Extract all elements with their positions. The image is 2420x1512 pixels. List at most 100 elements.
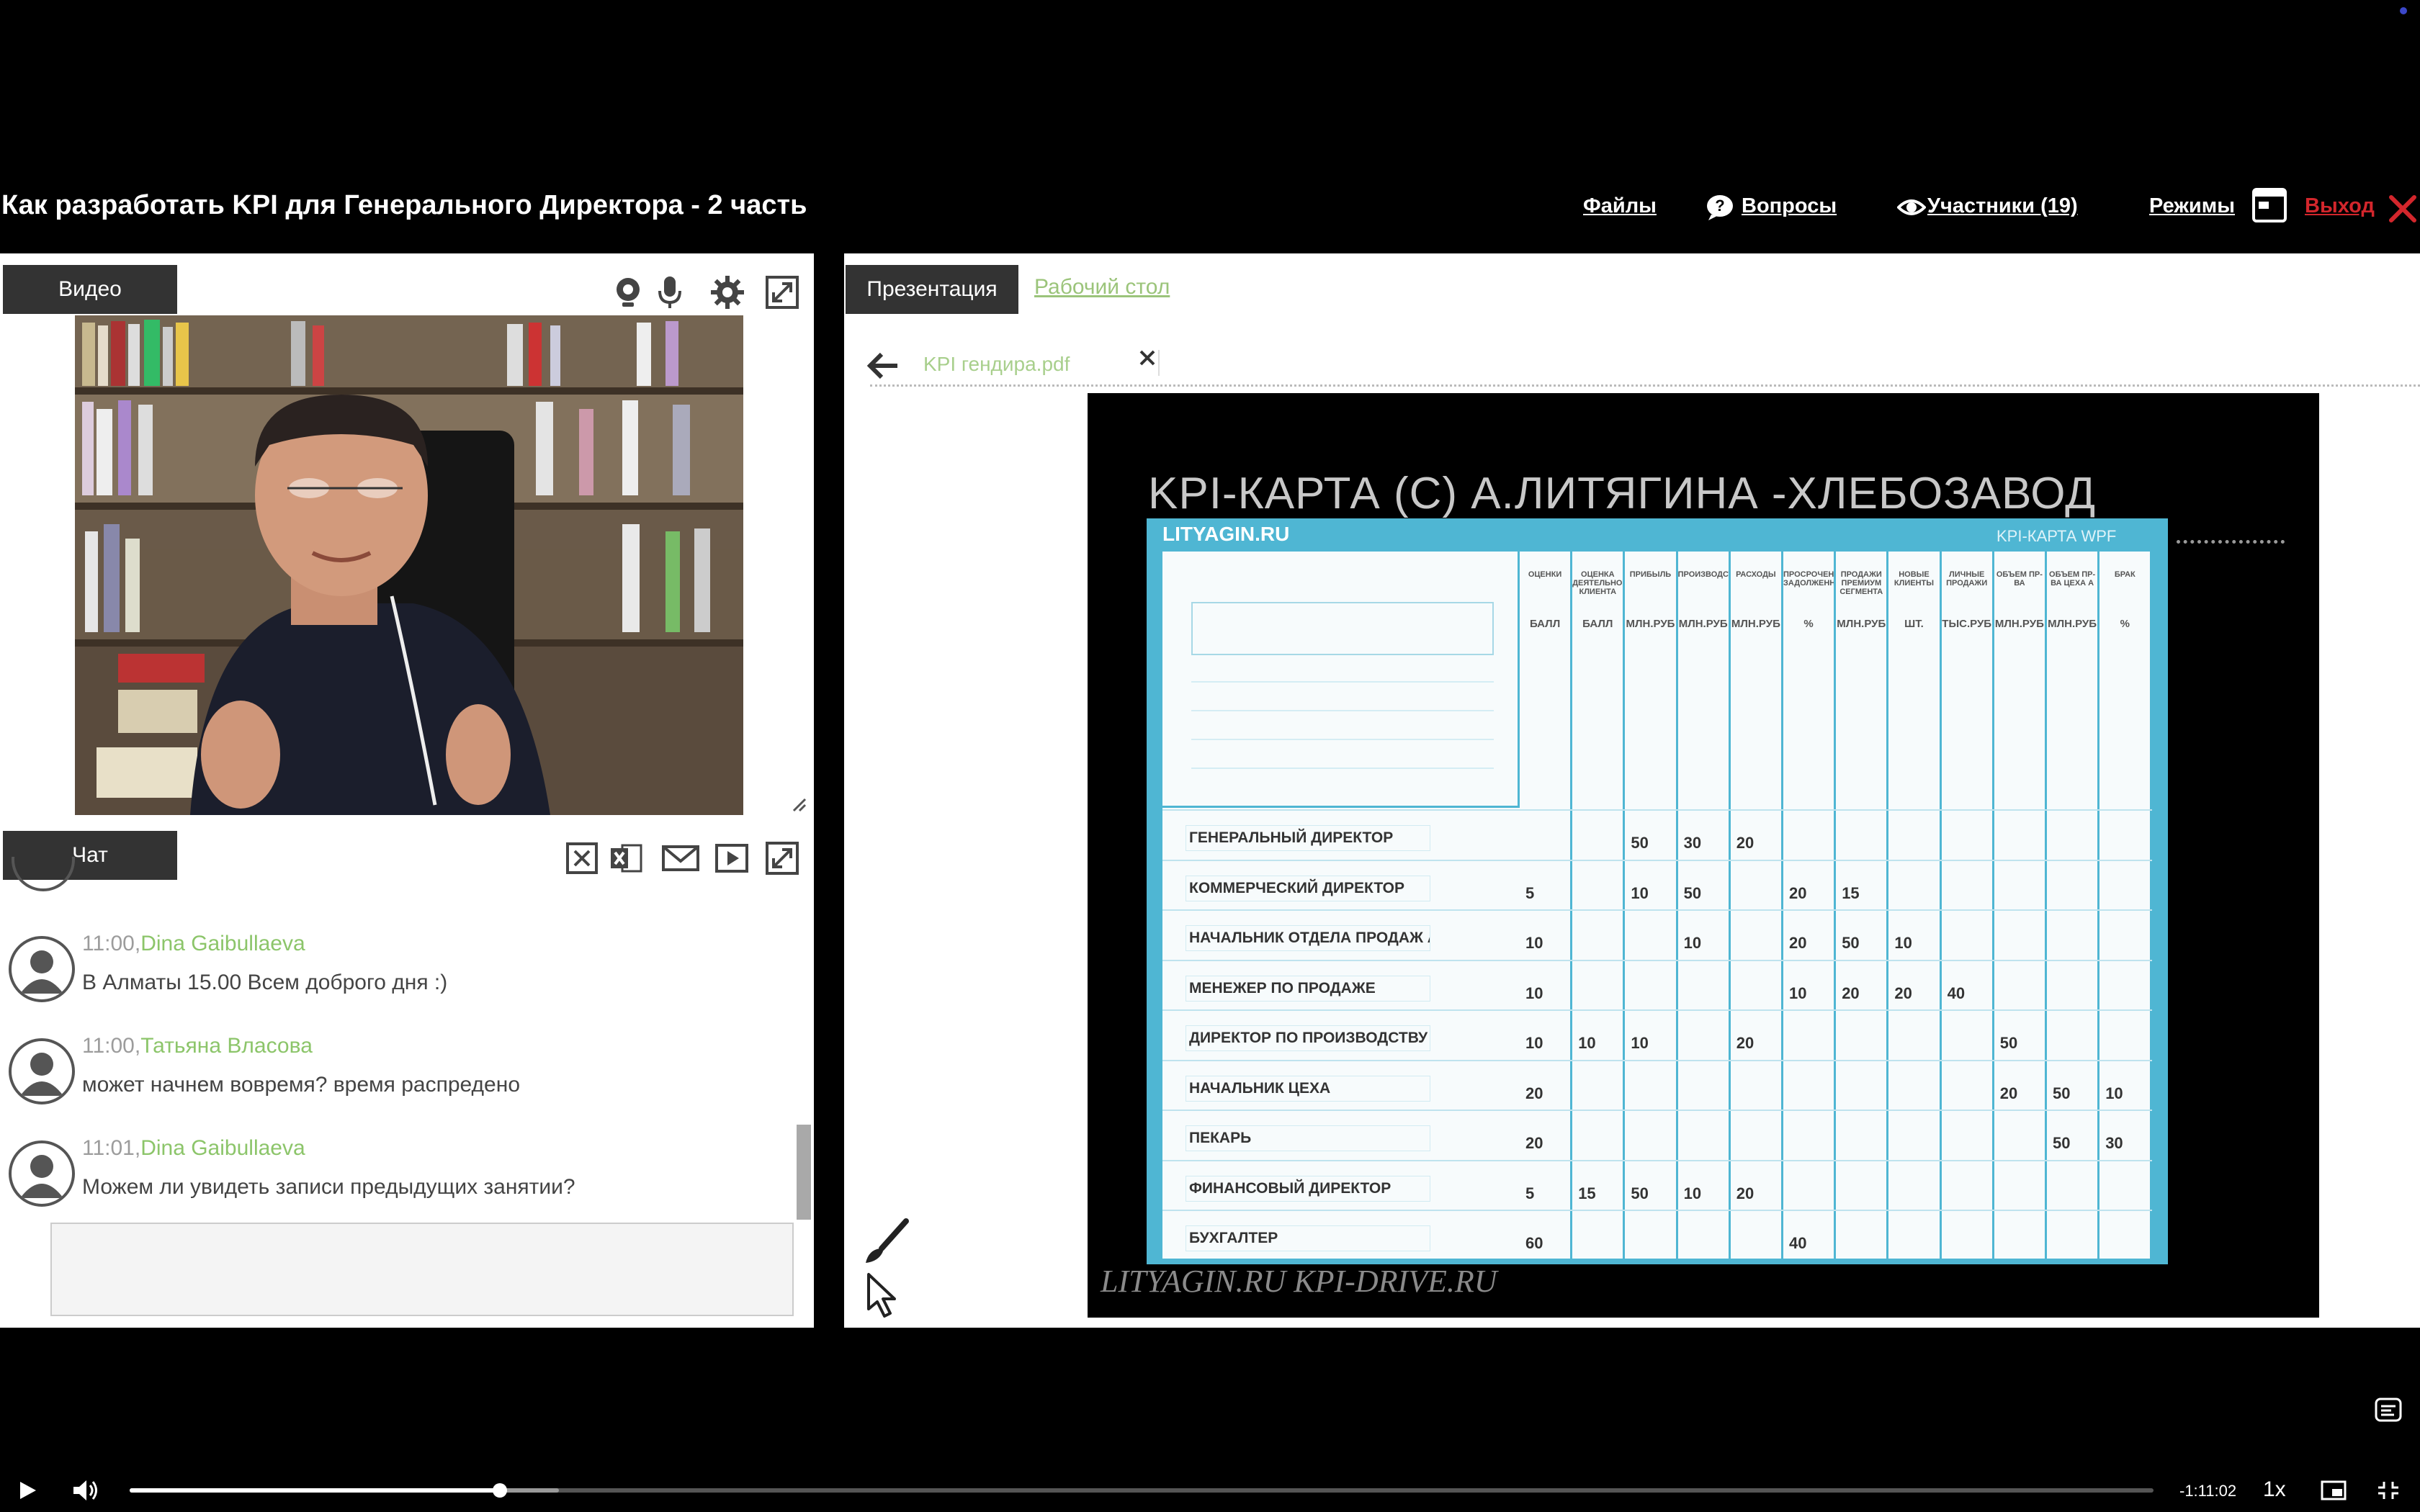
kpi-role-label: МЕНЕЖЕР ПО ПРОДАЖЕ (1186, 975, 1430, 1002)
kpi-weight-value: 10 (1525, 984, 1543, 1002)
kpi-column-head: НОВЫЕ КЛИЕНТЫ (1894, 570, 1935, 588)
kpi-column-head: ОЦЕНКА ДЕЯТЕЛЬНОСТИ КЛИЕНТА (1572, 570, 1623, 596)
kpi-weight-value: 20 (1736, 1184, 1754, 1202)
chat-message: 11:01,Dina Gaibullaeva Можем ли увидеть … (0, 1130, 792, 1224)
tab-video[interactable]: Видео (3, 265, 177, 314)
chat-message-input[interactable] (50, 1223, 794, 1316)
kpi-column-unit: МЛН.РУБ (1837, 618, 1886, 630)
webcam-icon[interactable] (611, 275, 645, 310)
kpi-weight-value: 20 (1789, 883, 1807, 902)
layout-icon[interactable] (2251, 187, 2287, 223)
chat-message-time: 11:00, (82, 932, 141, 955)
kpi-weight-value: 50 (2053, 1134, 2071, 1152)
chat-message-author[interactable]: Dina Gaibullaeva (140, 932, 305, 955)
speaker-video-frame (75, 315, 743, 815)
webinar-title: Как разработать KPI для Генерального Дир… (1, 190, 807, 220)
pointer-icon[interactable] (864, 1272, 900, 1319)
tab-desktop[interactable]: Рабочий стол (1034, 275, 1170, 300)
kpi-weight-value: 20 (1999, 1084, 2018, 1102)
presentation-slide[interactable]: KPI-КАРТА (С) А.ЛИТЯГИНА -ХЛЕБОЗАВОД LIT… (1088, 393, 2319, 1318)
kpi-column-head: ОБЪЕМ ПР-ВА ЦЕХА А (2049, 570, 2096, 588)
kpi-role-label: ФИНАНСОВЫЙ ДИРЕКТОР (1186, 1175, 1430, 1202)
kpi-role-label: ПЕКАРЬ (1186, 1125, 1430, 1151)
kpi-weight-value: 60 (1525, 1234, 1543, 1252)
expand-icon[interactable] (765, 275, 799, 310)
resize-handle-icon[interactable] (791, 796, 807, 812)
brush-icon[interactable] (861, 1217, 912, 1267)
exit-link[interactable]: Выход (2305, 194, 2375, 218)
kpi-column-head: БРАК (2114, 570, 2136, 579)
close-file-icon[interactable] (1138, 348, 1157, 367)
chat-message-meta: 11:01,Dina Gaibullaeva (82, 1136, 305, 1161)
mail-icon[interactable] (661, 841, 700, 876)
playback-speed-button[interactable]: 1x (2263, 1477, 2286, 1502)
microphone-icon[interactable] (653, 275, 687, 310)
seek-progress (130, 1488, 501, 1493)
questions-link[interactable]: Вопросы (1742, 194, 1837, 218)
kpi-column-unit: МЛН.РУБ (1731, 618, 1780, 630)
volume-icon[interactable] (72, 1479, 99, 1502)
kpi-weight-value: 30 (2105, 1134, 2123, 1152)
chat-message-time: 11:00, (82, 1034, 141, 1058)
kpi-card-sheet: ОЦЕНКИ БАЛЛ ОЦЕНКА ДЕЯТЕЛЬНОСТИ КЛИЕНТА БАЛ… (1162, 552, 2153, 1259)
back-arrow-icon[interactable] (867, 351, 899, 380)
kpi-column-unit: МЛН.РУБ (1994, 618, 2044, 630)
expand-chat-icon[interactable] (765, 841, 799, 876)
chat-scrollbar[interactable] (797, 1125, 811, 1220)
kpi-weight-value: 10 (1578, 1034, 1596, 1052)
excel-export-icon[interactable] (609, 841, 644, 876)
chat-message-author[interactable]: Dina Gaibullaeva (140, 1136, 305, 1160)
kpi-weight-value: 40 (1789, 1234, 1807, 1252)
files-link[interactable]: Файлы (1583, 194, 1657, 218)
participants-link[interactable]: Участники (19) (1927, 194, 2078, 218)
kpi-column-unit: ТЫС.РУБ (1942, 618, 1992, 630)
chat-message-time: 11:01, (82, 1136, 141, 1160)
kpi-role-label: НАЧАЛЬНИК ОТДЕЛА ПРОДАЖ А (1186, 925, 1430, 951)
kpi-column-unit: МЛН.РУБ (1626, 618, 1675, 630)
kpi-weight-value: 10 (1894, 934, 1912, 952)
kpi-weight-value: 10 (1631, 1034, 1649, 1052)
chat-message-text: Можем ли увидеть записи предыдущих занят… (82, 1175, 575, 1199)
fullscreen-exit-icon[interactable] (2377, 1480, 2400, 1500)
chat-message-text: может начнем вовремя? время распредено (82, 1073, 520, 1097)
chat-message-author[interactable]: Татьяна Власова (140, 1034, 313, 1058)
slide-dotted-line (2177, 540, 2285, 544)
presentation-file-name: KPI гендира.pdf (923, 353, 1070, 375)
kpi-weight-value: 50 (2053, 1084, 2071, 1102)
file-tab-underline (870, 384, 2420, 387)
picture-in-picture-icon[interactable] (2321, 1480, 2347, 1500)
question-bubble-icon[interactable]: ? (1706, 193, 1734, 222)
kpi-weight-value: 30 (1683, 834, 1702, 852)
gear-icon[interactable] (710, 275, 745, 310)
kpi-weight-value: 20 (1789, 934, 1807, 952)
tab-presentation[interactable]: Презентация (846, 265, 1018, 314)
eye-icon[interactable] (1897, 193, 1926, 222)
kpi-weight-value: 20 (1736, 1034, 1754, 1052)
seek-bar[interactable] (130, 1483, 2154, 1498)
kpi-role-label: НАЧАЛЬНИК ЦЕХА (1186, 1075, 1430, 1102)
play-video-icon[interactable] (714, 841, 749, 876)
kpi-weight-value: 10 (1683, 934, 1702, 952)
kpi-weight-value: 40 (1947, 984, 1966, 1002)
close-icon[interactable] (2388, 194, 2417, 223)
card-badge: KPI-КАРТА WPF (1996, 527, 2117, 545)
kpi-column-head: ПРИБЫЛЬ (1629, 570, 1672, 579)
modes-link[interactable]: Режимы (2149, 194, 2235, 218)
clear-chat-icon[interactable] (565, 841, 599, 876)
kpi-row: ДИРЕКТОР ПО ПРОИЗВОДСТВУ 10 10 10 20 50 (1162, 1009, 2152, 1060)
webcam-video[interactable] (75, 315, 743, 815)
kpi-weight-value: 10 (1631, 883, 1649, 902)
kpi-weight-value: 50 (1999, 1034, 2018, 1052)
kpi-role-label: ГЕНЕРАЛЬНЫЙ ДИРЕКТОР (1186, 825, 1430, 851)
kpi-column-unit: МЛН.РУБ (1678, 618, 1728, 630)
kpi-row: ГЕНЕРАЛЬНЫЙ ДИРЕКТОР 50 30 20 (1162, 809, 2152, 860)
kpi-row: НАЧАЛЬНИК ОТДЕЛА ПРОДАЖ А 10 10 20 50 10 (1162, 909, 2152, 960)
play-icon[interactable] (17, 1480, 37, 1500)
kpi-weight-value: 50 (1842, 934, 1860, 952)
chat-message: 11:00,Татьяна Власова может начнем вовре… (0, 1028, 792, 1122)
status-indicator (2400, 7, 2407, 14)
kpi-weight-value: 10 (1525, 934, 1543, 952)
captions-icon[interactable] (2374, 1397, 2403, 1423)
kpi-weight-value: 20 (1842, 984, 1860, 1002)
kpi-weight-value: 10 (2105, 1084, 2123, 1102)
